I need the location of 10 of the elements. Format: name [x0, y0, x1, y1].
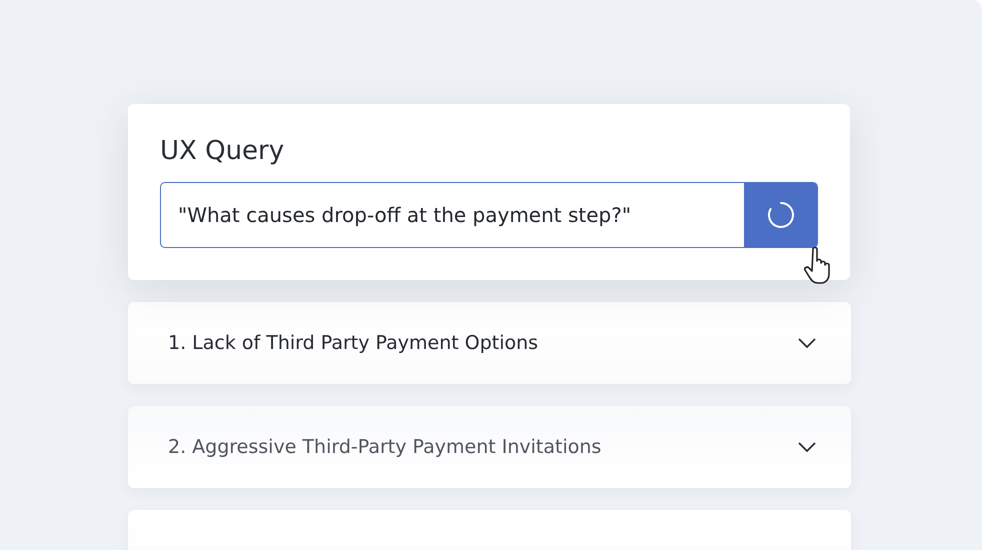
submit-button[interactable] — [744, 183, 817, 247]
result-title: 1. Lack of Third Party Payment Options — [168, 332, 538, 354]
result-title: 2. Aggressive Third-Party Payment Invitations — [168, 436, 602, 458]
card-title: UX Query — [160, 135, 284, 168]
chevron-icon[interactable] — [797, 337, 817, 349]
result-card[interactable]: 2. Aggressive Third-Party Payment Invitations — [128, 406, 851, 488]
query-field[interactable]: "What causes drop-off at the payment step?" — [160, 182, 818, 248]
query-text: "What causes drop-off at the payment step?" — [177, 202, 632, 229]
result-card[interactable]: 1. Lack of Third Party Payment Options — [128, 302, 851, 384]
chevron-icon[interactable] — [797, 441, 817, 453]
